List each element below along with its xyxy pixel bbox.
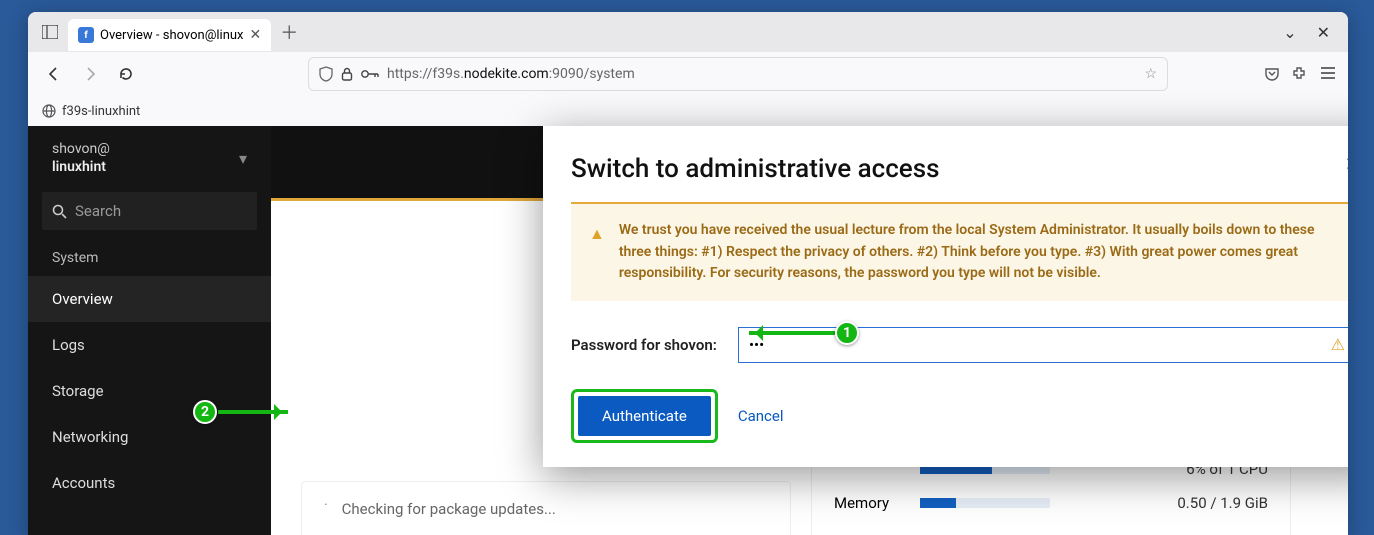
annotation-1-arrow [749,331,835,335]
bookmarks-bar: f39s-linuxhint [28,96,1348,126]
url-suffix: :9090/system [549,66,635,82]
bookmark-star-icon[interactable]: ☆ [1144,66,1157,82]
globe-icon [42,104,56,118]
mem-bar-fill [920,498,956,508]
sidebar-item-logs[interactable]: Logs [28,322,271,368]
tabs-dropdown-icon[interactable]: ⌄ [1283,23,1296,42]
auth-modal: Switch to administrative access ✕ ▲ We t… [543,126,1348,467]
mem-bar [920,498,1050,508]
app-menu-icon[interactable] [1320,66,1336,82]
url-host: nodekite.com [464,66,549,82]
warning-icon: ▲ [589,222,605,285]
sidebar-group-label: System [28,240,271,276]
pkg-status: Checking for package updates... [342,500,556,518]
annotation-2-arrow [218,410,288,414]
user-at: shovon@ [52,140,110,158]
search-icon [52,204,67,219]
search-placeholder: Search [75,202,121,220]
sidebar-item-networking[interactable]: Networking [28,414,271,460]
page-content: shovon@ linuxhint ▾ Search System Overvi… [28,126,1348,535]
tab-bar: f Overview - shovon@linux ✕ ＋ ⌄ ✕ [28,12,1348,52]
tab-close-icon[interactable]: ✕ [250,27,262,43]
url-bar[interactable]: https://f39s.nodekite.com:9090/system ☆ [308,57,1168,91]
warning-text: We trust you have received the usual lec… [619,220,1337,285]
browser-toolbar: https://f39s.nodekite.com:9090/system ☆ [28,52,1348,96]
close-icon[interactable]: ✕ [1344,152,1348,176]
annotation-2: 2 [193,400,217,424]
back-button[interactable] [40,60,68,88]
warning-banner: ▲ We trust you have received the usual l… [571,202,1348,301]
forward-button[interactable] [76,60,104,88]
annotation-1: 1 [835,321,859,345]
browser-window: f Overview - shovon@linux ✕ ＋ ⌄ ✕ https:… [28,12,1348,535]
pocket-icon[interactable] [1264,66,1280,82]
cockpit-sidebar: shovon@ linuxhint ▾ Search System Overvi… [28,126,271,535]
sidebar-search[interactable]: Search [42,192,257,230]
chevron-down-icon: ▾ [239,149,247,168]
lock-icon [341,67,353,81]
main-area: ? Help Session ▾ ˙Checking for package u… [271,126,1348,535]
annotation-2-label: 2 [201,404,209,420]
sidebar-item-accounts[interactable]: Accounts [28,460,271,506]
memory-label: Memory [834,494,904,512]
password-label: Password for shovon: [571,336,726,354]
shield-icon [319,66,333,82]
window-close-icon[interactable]: ✕ [1317,23,1330,42]
memory-value: 0.50 / 1.9 GiB [1177,494,1268,512]
warning-icon: ⚠ [1331,335,1345,354]
browser-tab[interactable]: f Overview - shovon@linux ✕ [68,19,271,51]
cancel-button[interactable]: Cancel [738,407,784,425]
updates-card: ˙Checking for package updates... [301,481,791,535]
authenticate-button[interactable]: Authenticate [578,396,711,436]
modal-title: Switch to administrative access [571,154,1348,184]
new-tab-button[interactable]: ＋ [275,18,303,46]
annotation-box-2: Authenticate [571,389,718,443]
annotation-1-label: 1 [843,325,851,341]
sidebar-item-overview[interactable]: Overview [28,276,271,322]
reload-button[interactable] [112,60,140,88]
bookmark-item[interactable]: f39s-linuxhint [62,104,140,119]
tab-favicon-icon: f [78,27,94,43]
user-host: linuxhint [52,158,110,176]
sidebar-toggle-icon[interactable] [36,18,64,46]
url-text: https://f39s.nodekite.com:9090/system [387,66,1136,82]
tab-title: Overview - shovon@linux [100,28,244,43]
extensions-icon[interactable] [1292,66,1308,82]
url-prefix: https://f39s. [387,66,464,82]
sidebar-item-storage[interactable]: Storage [28,368,271,414]
user-switcher[interactable]: shovon@ linuxhint ▾ [28,126,271,190]
key-icon [361,69,379,79]
